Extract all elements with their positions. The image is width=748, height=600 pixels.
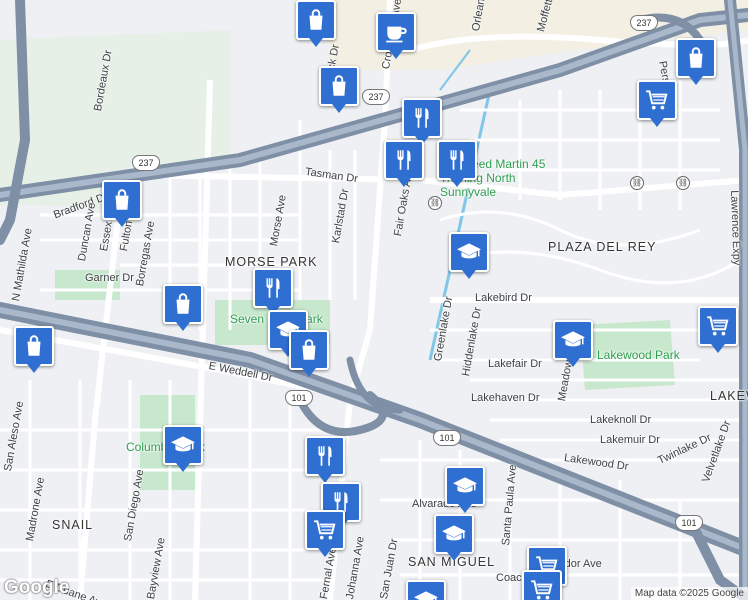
restaurant-icon	[391, 147, 417, 173]
shopping-cart-icon	[705, 313, 731, 339]
street-label: Lawrence Expy	[728, 190, 743, 266]
restaurant-icon	[409, 105, 435, 131]
shopping-bag-icon	[170, 291, 196, 317]
school-icon	[441, 521, 467, 547]
school-icon	[452, 473, 478, 499]
shopping-bag-marker[interactable]	[163, 284, 203, 331]
map-canvas[interactable]: 237 237 237 101 101 101 ⛓ ⛓ ⛓ MORSE PARK…	[0, 0, 748, 600]
shopping-cart-icon	[529, 577, 555, 600]
coffee-icon	[383, 19, 409, 45]
shopping-bag-marker[interactable]	[296, 0, 336, 47]
shopping-cart-marker[interactable]	[637, 80, 677, 127]
shopping-bag-marker[interactable]	[676, 38, 716, 85]
map-attribution[interactable]: Map data ©2025 Google	[630, 587, 748, 600]
school-marker[interactable]	[163, 425, 203, 472]
school-marker[interactable]	[445, 466, 485, 513]
restaurant-icon	[444, 147, 470, 173]
school-icon	[456, 239, 482, 265]
transit-station-icon[interactable]: ⛓	[630, 176, 644, 190]
highway-shield: 101	[675, 515, 703, 531]
street-label: Lakebird Dr	[475, 292, 532, 304]
shopping-cart-marker[interactable]	[698, 306, 738, 353]
restaurant-marker[interactable]	[253, 268, 293, 315]
shopping-bag-icon	[303, 7, 329, 33]
restaurant-marker[interactable]	[305, 436, 345, 483]
school-marker[interactable]	[449, 232, 489, 279]
shopping-cart-marker[interactable]	[305, 510, 345, 557]
street-label: Lakeknoll Dr	[590, 414, 652, 426]
school-icon	[413, 587, 439, 600]
coffee-marker[interactable]	[376, 12, 416, 59]
shopping-cart-icon	[644, 87, 670, 113]
school-marker[interactable]	[434, 514, 474, 561]
shopping-bag-icon	[21, 333, 47, 359]
shopping-bag-icon	[296, 337, 322, 363]
restaurant-marker[interactable]	[384, 140, 424, 187]
restaurant-marker[interactable]	[437, 140, 477, 187]
street-label: Lakehaven Dr	[471, 392, 540, 404]
highway-shield: 237	[362, 89, 390, 105]
shopping-bag-icon	[109, 187, 135, 213]
shopping-bag-icon	[683, 45, 709, 71]
area-label: PLAZA DEL REY	[548, 240, 657, 254]
highway-shield: 237	[132, 155, 160, 171]
restaurant-marker[interactable]	[402, 98, 442, 145]
shopping-bag-marker[interactable]	[319, 66, 359, 113]
shopping-bag-marker[interactable]	[102, 180, 142, 227]
area-label: MORSE PARK	[225, 255, 318, 269]
street-label: Garner Dr	[85, 272, 134, 284]
area-label: LAKEW	[710, 389, 748, 403]
highway-shield: 101	[285, 390, 313, 406]
highway-shield: 101	[433, 430, 461, 446]
street-label: Lakemuir Dr	[600, 434, 660, 446]
transit-station-icon[interactable]: ⛓	[676, 176, 690, 190]
shopping-cart-icon	[312, 517, 338, 543]
park-label[interactable]: Lakewood Park	[597, 348, 680, 362]
school-icon	[170, 432, 196, 458]
restaurant-icon	[312, 443, 338, 469]
shopping-bag-marker[interactable]	[14, 326, 54, 373]
school-marker[interactable]	[406, 580, 446, 600]
area-label: SNAIL	[52, 518, 94, 532]
restaurant-icon	[260, 275, 286, 301]
highway-shield: 237	[630, 15, 658, 31]
school-marker[interactable]	[553, 320, 593, 367]
shopping-bag-icon	[326, 73, 352, 99]
school-icon	[560, 327, 586, 353]
street-label: Lakefair Dr	[488, 358, 542, 370]
shopping-cart-marker[interactable]	[522, 570, 562, 600]
shopping-bag-marker[interactable]	[289, 330, 329, 377]
google-logo: Google	[4, 577, 70, 598]
